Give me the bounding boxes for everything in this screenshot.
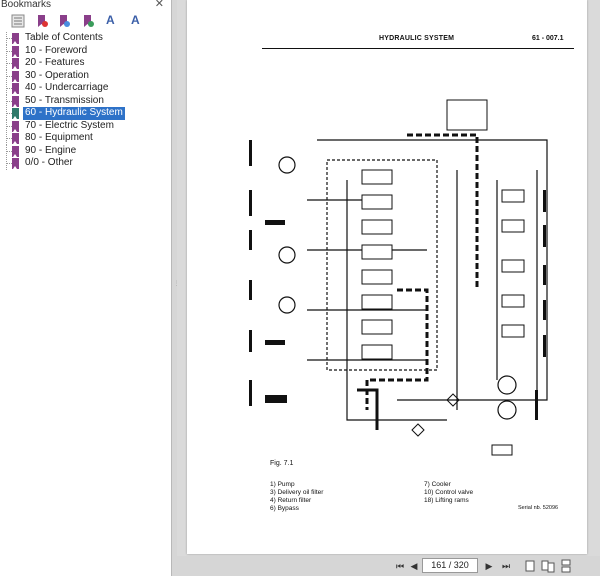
page-number-input[interactable]: 161 / 320: [422, 558, 478, 573]
legend-left: 1) Pump 3) Delivery oil filter 4) Return…: [270, 481, 323, 513]
bookmark-item[interactable]: 70 - Electric System: [0, 119, 172, 133]
bookmark-item[interactable]: 20 - Features: [0, 57, 172, 70]
continuous-view-icon[interactable]: [559, 559, 573, 573]
bookmark-icon: [12, 83, 19, 94]
serial-number: Serial nb. 52096: [518, 505, 559, 511]
bookmark-icon: [12, 95, 19, 107]
first-page-icon[interactable]: ⏮: [393, 559, 407, 573]
bookmark-list: Table of Contents 10 - Foreword 20 - Featu…: [0, 32, 172, 170]
bookmark-item[interactable]: 60 - Hydraulic System: [0, 107, 172, 120]
bookmark-label: 10 - Foreword: [25, 44, 88, 56]
legend-item: 4) Return filter: [270, 497, 312, 504]
legend-right: 7) Cooler 10) Control valve 18) Lifting …: [424, 481, 473, 505]
bookmark-item[interactable]: 30 - Operation: [0, 69, 172, 83]
last-page-icon[interactable]: ⏭: [499, 559, 513, 573]
figure-label: Fig. 7.1: [270, 460, 294, 467]
document-view[interactable]: HYDRAULIC SYSTEM 61 - 007.1 Fig. 7.1 1) …: [177, 0, 600, 556]
bookmark-item[interactable]: 0/0 - Other: [0, 157, 172, 170]
bookmark-options-icon[interactable]: [11, 14, 25, 28]
page-navigation-bar: ⏮ ◀ 161 / 320 ▶ ⏭: [177, 556, 600, 576]
add-bookmark-icon[interactable]: [57, 14, 71, 28]
two-page-view-icon[interactable]: [541, 559, 555, 573]
bookmark-label: 90 - Engine: [25, 144, 77, 156]
bookmark-label: 0/0 - Other: [25, 157, 73, 168]
bookmark-label: 80 - Equipment: [25, 132, 93, 143]
bookmark-icon: [12, 45, 19, 57]
previous-page-icon[interactable]: ◀: [407, 559, 421, 573]
decrease-text-size-icon[interactable]: A: [131, 13, 140, 27]
next-page-icon[interactable]: ▶: [482, 559, 496, 573]
bookmarks-panel: Bookmarks ✕ A A Table of Contents 10 - F…: [0, 0, 172, 576]
bookmark-icon: [12, 120, 19, 132]
bookmark-icon: [12, 108, 19, 119]
header-rule: [262, 48, 574, 49]
page-header-number: 61 - 007.1: [532, 35, 564, 42]
bookmark-icon: [12, 145, 19, 157]
legend-item: 18) Lifting rams: [424, 497, 469, 504]
hydraulic-schematic: [249, 99, 548, 456]
bookmark-item[interactable]: 10 - Foreword: [0, 44, 172, 58]
bookmark-label: 50 - Transmission: [25, 94, 104, 106]
delete-bookmark-icon[interactable]: [35, 14, 49, 28]
pdf-page: HYDRAULIC SYSTEM 61 - 007.1 Fig. 7.1 1) …: [187, 0, 587, 554]
bookmark-icon: [12, 33, 19, 44]
close-icon[interactable]: ✕: [155, 0, 164, 10]
bookmark-label: 30 - Operation: [25, 69, 89, 81]
panel-title: Bookmarks: [1, 0, 52, 10]
bookmark-icon: [12, 158, 19, 169]
page-header-title: HYDRAULIC SYSTEM: [379, 35, 455, 42]
bookmark-icon: [12, 133, 19, 144]
legend-item: 1) Pump: [270, 481, 295, 488]
legend-item: 10) Control valve: [424, 489, 474, 496]
bookmark-item[interactable]: 40 - Undercarriage: [0, 82, 172, 95]
legend-item: 7) Cooler: [424, 481, 451, 488]
find-bookmark-icon[interactable]: [81, 14, 95, 28]
bookmark-item[interactable]: 80 - Equipment: [0, 132, 172, 145]
bookmark-item[interactable]: 90 - Engine: [0, 144, 172, 158]
bookmark-label: 70 - Electric System: [25, 119, 114, 131]
legend-item: 3) Delivery oil filter: [270, 489, 324, 496]
bookmark-icon: [12, 58, 19, 69]
panel-splitter[interactable]: ⋮: [174, 280, 180, 287]
bookmark-item[interactable]: Table of Contents: [0, 32, 172, 45]
bookmark-icon: [12, 70, 19, 82]
bookmark-label: 40 - Undercarriage: [25, 82, 109, 93]
bookmark-label: 60 - Hydraulic System: [23, 107, 125, 120]
panel-header: Bookmarks ✕: [0, 0, 172, 12]
bookmark-item[interactable]: 50 - Transmission: [0, 94, 172, 108]
legend-item: 6) Bypass: [270, 505, 299, 512]
bookmark-label: 20 - Features: [25, 57, 85, 68]
bookmark-label: Table of Contents: [25, 32, 103, 43]
pdf-viewer: Bookmarks ✕ A A Table of Contents 10 - F…: [0, 0, 600, 576]
bookmarks-toolbar: A A: [0, 12, 172, 32]
single-page-view-icon[interactable]: [523, 559, 537, 573]
increase-text-size-icon[interactable]: A: [106, 13, 115, 27]
